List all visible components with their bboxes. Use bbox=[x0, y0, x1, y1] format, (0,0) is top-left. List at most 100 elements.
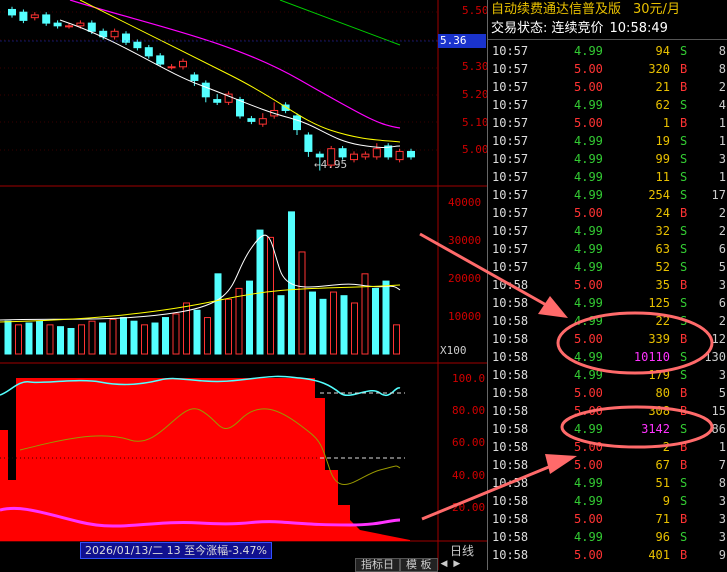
trade-side: B bbox=[680, 512, 688, 526]
trade-row[interactable]: 10:58 5.00 308 B 15 bbox=[488, 402, 727, 420]
subscription-price[interactable]: 30元/月 bbox=[633, 2, 680, 17]
trade-side: S bbox=[680, 530, 688, 544]
trade-volume: 21 bbox=[655, 80, 670, 94]
trade-price: 4.99 bbox=[574, 314, 603, 328]
price-label-5: 5.00 bbox=[462, 143, 489, 156]
trade-volume: 9 bbox=[662, 494, 670, 508]
price-label-2: 5.30 bbox=[462, 60, 489, 73]
trade-volume: 10110 bbox=[633, 350, 670, 364]
trade-row[interactable]: 10:58 5.00 339 B 12 bbox=[488, 330, 727, 348]
trade-count: 1 bbox=[718, 116, 726, 130]
trade-time: 10:57 bbox=[492, 98, 529, 112]
trade-row[interactable]: 10:58 5.00 2 B 1 bbox=[488, 438, 727, 456]
trade-side: B bbox=[680, 80, 688, 94]
volume-bar bbox=[235, 287, 243, 355]
volume-bar bbox=[151, 322, 159, 355]
trade-row[interactable]: 10:58 5.00 67 B 7 bbox=[488, 456, 727, 474]
trade-volume: 67 bbox=[655, 458, 670, 472]
trade-row[interactable]: 10:58 4.99 179 S 3 bbox=[488, 366, 727, 384]
trade-time: 10:57 bbox=[492, 224, 529, 238]
trade-row[interactable]: 10:58 4.99 9 S 3 bbox=[488, 492, 727, 510]
candle-body bbox=[304, 134, 313, 152]
volume-bar bbox=[256, 229, 264, 355]
kline-chart-area[interactable]: 5.50 5.30 5.20 5.10 5.00 5.36 40000 3000… bbox=[0, 0, 489, 572]
trade-count: 1 bbox=[718, 134, 726, 148]
volume-bar bbox=[120, 317, 127, 355]
trade-volume: 320 bbox=[648, 62, 670, 76]
volume-bar bbox=[162, 317, 169, 355]
volume-bar bbox=[204, 317, 211, 355]
trade-side: B bbox=[680, 404, 688, 418]
volume-bar bbox=[319, 298, 327, 355]
trade-time: 10:58 bbox=[492, 422, 529, 436]
trade-side: B bbox=[680, 440, 688, 454]
trade-row[interactable]: 10:58 4.99 10110 S 130 bbox=[488, 348, 727, 366]
candle-body bbox=[65, 25, 73, 28]
trade-count: 8 bbox=[718, 476, 726, 490]
trade-row[interactable]: 10:57 5.00 24 B 2 bbox=[488, 204, 727, 222]
trade-row[interactable]: 10:57 4.99 62 S 4 bbox=[488, 96, 727, 114]
volume-bar bbox=[298, 251, 306, 355]
candle-body bbox=[315, 153, 324, 158]
trade-price: 5.00 bbox=[574, 332, 603, 346]
trade-count: 1 bbox=[718, 440, 726, 454]
trade-time: 10:57 bbox=[492, 80, 529, 94]
trade-price: 5.00 bbox=[574, 116, 603, 130]
period-label[interactable]: 日线 bbox=[450, 542, 474, 559]
trade-side: B bbox=[680, 386, 688, 400]
low-price-marker: ←4.95 bbox=[314, 158, 348, 171]
trade-count: 2 bbox=[718, 80, 726, 94]
panel-header[interactable]: 自动续费通达信普及版 30元/月 bbox=[488, 0, 727, 19]
trade-side: S bbox=[680, 98, 688, 112]
trade-row[interactable]: 10:58 4.99 125 S 6 bbox=[488, 294, 727, 312]
trade-time: 10:57 bbox=[492, 62, 529, 76]
trade-count: 12 bbox=[711, 332, 726, 346]
trade-row[interactable]: 10:58 4.99 51 S 8 bbox=[488, 474, 727, 492]
trade-volume: 24 bbox=[655, 206, 670, 220]
trade-volume: 339 bbox=[648, 332, 670, 346]
volume-bar bbox=[393, 324, 400, 355]
trade-price: 5.00 bbox=[574, 278, 603, 292]
trade-count: 8 bbox=[718, 44, 726, 58]
trade-side: B bbox=[680, 332, 688, 346]
trade-row[interactable]: 10:58 5.00 401 B 9 bbox=[488, 546, 727, 564]
trade-side: S bbox=[680, 170, 688, 184]
trade-row[interactable]: 10:58 5.00 35 B 3 bbox=[488, 276, 727, 294]
trade-time: 10:58 bbox=[492, 476, 529, 490]
kline-chart-svg[interactable] bbox=[0, 0, 487, 570]
indicator-label-5: 20.00 bbox=[452, 501, 486, 514]
trade-row[interactable]: 10:58 4.99 22 S 2 bbox=[488, 312, 727, 330]
volume-bar bbox=[340, 295, 348, 355]
trade-row[interactable]: 10:58 4.99 96 S 3 bbox=[488, 528, 727, 546]
volume-ma-white bbox=[0, 234, 401, 321]
trade-row[interactable]: 10:57 5.00 320 B 8 bbox=[488, 60, 727, 78]
trade-row[interactable]: 10:57 4.99 254 S 17 bbox=[488, 186, 727, 204]
trade-price: 5.00 bbox=[574, 548, 603, 562]
trade-time: 10:57 bbox=[492, 170, 529, 184]
volume-bar bbox=[25, 322, 33, 355]
trade-row[interactable]: 10:57 4.99 63 S 6 bbox=[488, 240, 727, 258]
trade-row[interactable]: 10:57 4.99 11 S 1 bbox=[488, 168, 727, 186]
trade-row[interactable]: 10:57 4.99 32 S 2 bbox=[488, 222, 727, 240]
trade-row[interactable]: 10:57 4.99 99 S 3 bbox=[488, 150, 727, 168]
trade-time: 10:58 bbox=[492, 350, 529, 364]
trade-side: S bbox=[680, 494, 688, 508]
trade-row[interactable]: 10:57 4.99 94 S 8 bbox=[488, 42, 727, 60]
trade-row[interactable]: 10:58 5.00 80 B 5 bbox=[488, 384, 727, 402]
trade-row[interactable]: 10:58 5.00 71 B 3 bbox=[488, 510, 727, 528]
trade-side: S bbox=[680, 350, 688, 364]
trade-row[interactable]: 10:57 4.99 19 S 1 bbox=[488, 132, 727, 150]
volume-bar bbox=[99, 322, 106, 355]
trade-row[interactable]: 10:58 4.99 3142 S 86 bbox=[488, 420, 727, 438]
subscription-title[interactable]: 自动续费通达信普及版 bbox=[491, 2, 621, 17]
trade-row[interactable]: 10:57 4.99 52 S 5 bbox=[488, 258, 727, 276]
trade-row[interactable]: 10:57 5.00 21 B 2 bbox=[488, 78, 727, 96]
trade-row[interactable]: 10:57 5.00 1 B 1 bbox=[488, 114, 727, 132]
volume-bar bbox=[267, 236, 274, 355]
volume-bar bbox=[36, 320, 43, 355]
trade-list[interactable]: 10:57 4.99 94 S 8 10:57 5.00 320 B 8 10:57 5.00 21 B 2… bbox=[488, 42, 727, 564]
candle-body bbox=[53, 22, 62, 27]
trade-volume: 51 bbox=[655, 476, 670, 490]
trade-count: 9 bbox=[718, 548, 726, 562]
trade-volume: 254 bbox=[648, 188, 670, 202]
